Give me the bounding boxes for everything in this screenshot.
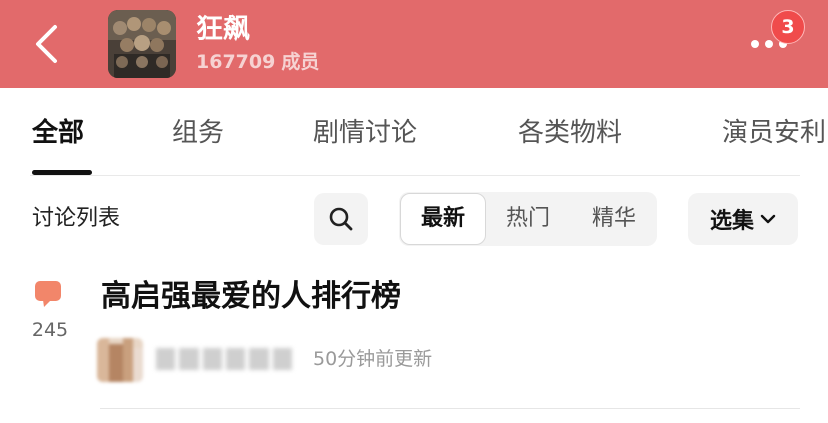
author-name-redacted xyxy=(156,348,292,370)
chevron-down-icon xyxy=(760,214,776,224)
tab-all[interactable]: 全部 xyxy=(32,116,84,150)
member-count-value: 167709 xyxy=(196,51,276,73)
update-time: 50分钟前更新 xyxy=(313,348,433,370)
member-count: 167709 成员 xyxy=(196,50,319,74)
more-dot-icon xyxy=(765,40,773,48)
comment-count: 245 xyxy=(31,319,69,341)
search-icon xyxy=(329,207,353,231)
more-dot-icon xyxy=(751,40,759,48)
list-item-divider xyxy=(100,408,800,409)
tab-group-affairs[interactable]: 组务 xyxy=(172,116,224,150)
tab-actor-recommendations[interactable]: 演员安利 xyxy=(722,116,826,150)
list-item[interactable]: 245 高启强最爱的人排行榜 50分钟前更新 xyxy=(0,268,828,418)
member-count-suffix: 成员 xyxy=(281,51,320,73)
sort-segmented-control: 最新 热门 精华 xyxy=(399,192,657,246)
sort-hot[interactable]: 热门 xyxy=(485,192,571,246)
tab-materials[interactable]: 各类物料 xyxy=(518,116,622,150)
episode-select-button[interactable]: 选集 xyxy=(688,193,798,245)
avatar[interactable] xyxy=(97,338,143,382)
group-avatar[interactable] xyxy=(108,10,176,78)
category-tabs: 全部 组务 剧情讨论 各类物料 演员安利 xyxy=(0,88,828,176)
group-name: 狂飙 xyxy=(196,14,250,45)
comment-bubble-icon xyxy=(35,281,61,307)
group-poster-image xyxy=(108,10,176,78)
discussion-list-title: 讨论列表 xyxy=(32,206,121,231)
author-avatar-image xyxy=(97,338,143,382)
tabs-divider xyxy=(30,175,800,176)
sort-featured[interactable]: 精华 xyxy=(571,192,657,246)
search-button[interactable] xyxy=(314,193,368,245)
back-arrow-icon xyxy=(36,25,57,63)
group-header: 狂飙 167709 成员 3 xyxy=(0,0,828,88)
tab-plot-discussion[interactable]: 剧情讨论 xyxy=(313,116,417,150)
post-title[interactable]: 高启强最爱的人排行榜 xyxy=(101,277,401,317)
sort-latest[interactable]: 最新 xyxy=(400,193,486,245)
episode-select-label: 选集 xyxy=(709,209,754,234)
notification-badge: 3 xyxy=(771,10,805,44)
back-button[interactable] xyxy=(26,22,66,66)
